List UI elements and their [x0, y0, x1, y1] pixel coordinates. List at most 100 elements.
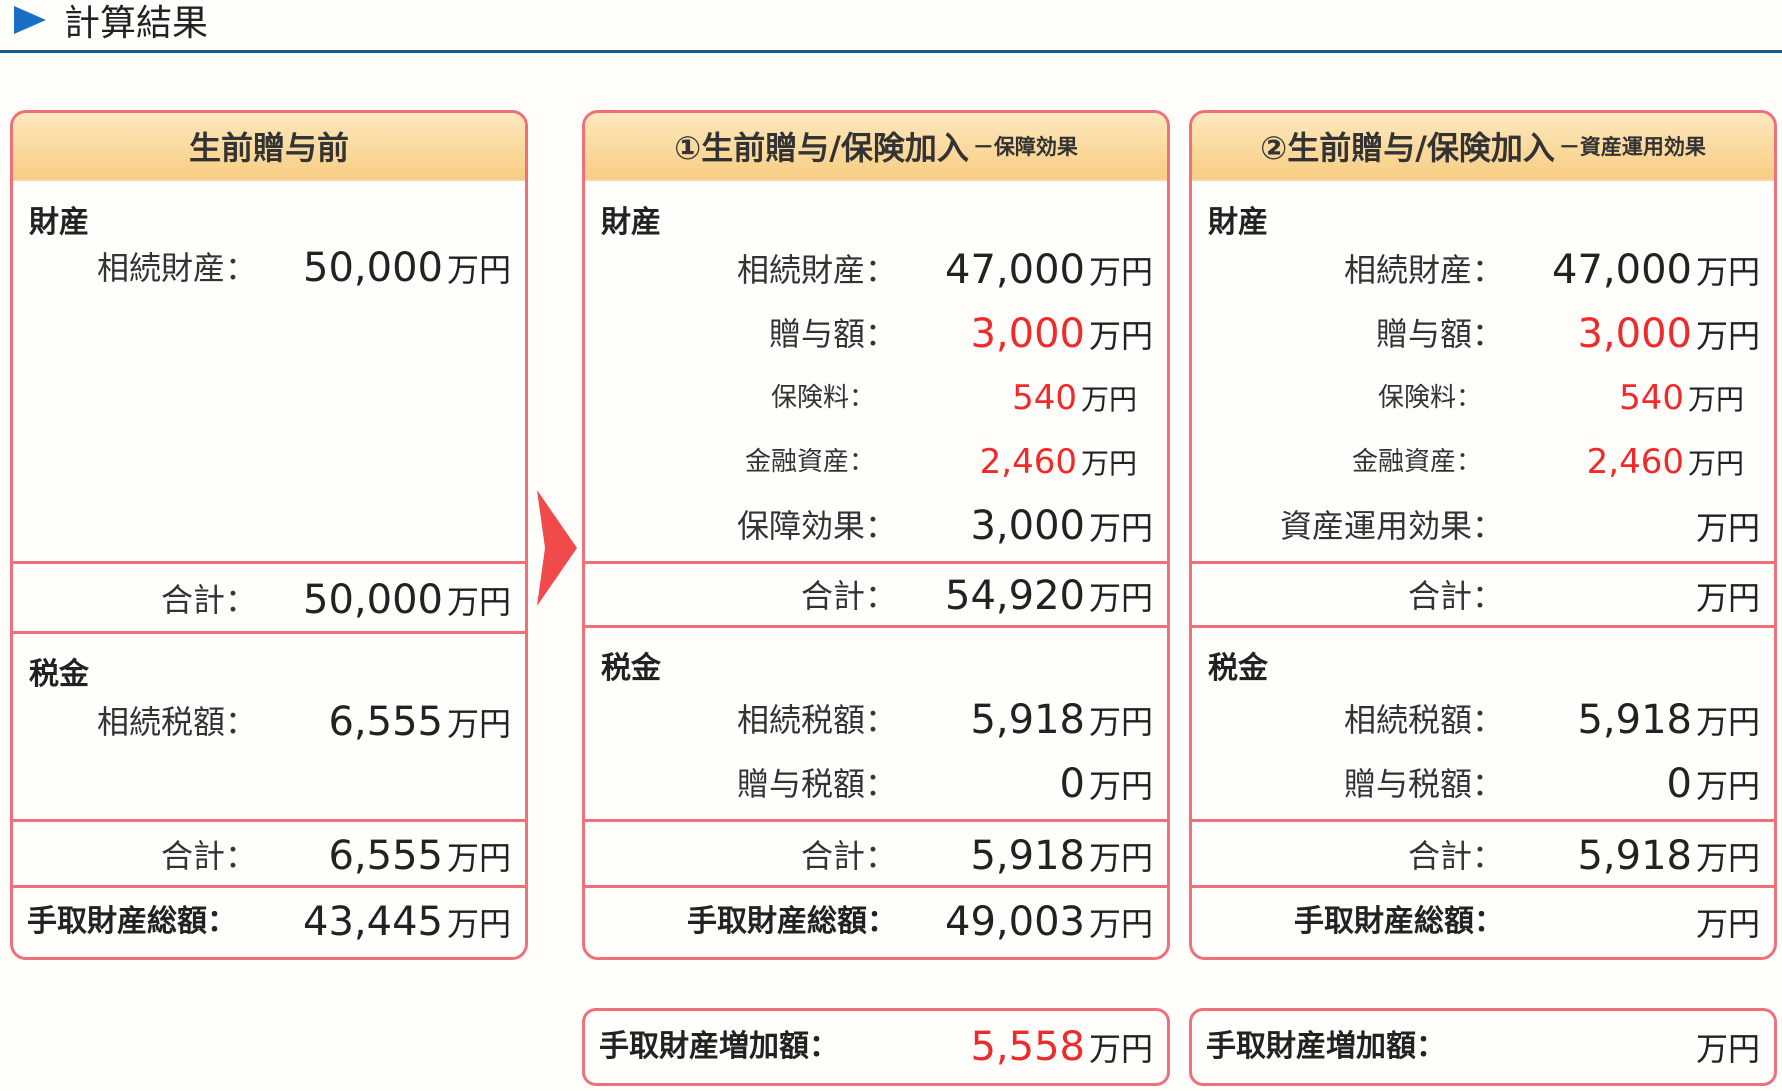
asset-value: 万円 [1695, 509, 1760, 547]
asset-value: 50,000 万円 [303, 245, 511, 291]
divider [13, 819, 525, 822]
asset-label: 贈与額： [768, 315, 897, 353]
net-assets-row: 手取財産総額： 万円 [1192, 893, 1774, 951]
panel-title: ②生前贈与/保険加入 [1260, 129, 1555, 167]
net-increase-value: 5,558 万円 [970, 1024, 1153, 1070]
net-assets-row: 手取財産総額： 49,003 万円 [585, 893, 1167, 951]
assets-total-value: 万円 [1695, 579, 1760, 617]
asset-row: 贈与額： 3,000 万円 [585, 305, 1167, 363]
asset-row: 保険料： 540 万円 [585, 369, 1167, 427]
net-assets-row: 手取財産総額： 43,445 万円 [13, 893, 525, 951]
asset-value: 47,000 万円 [945, 247, 1153, 293]
tax-total-value: 6,555 万円 [328, 833, 511, 879]
tax-row: 相続税額： 5,918 万円 [1192, 691, 1774, 749]
asset-value: 3,000 万円 [970, 503, 1153, 549]
divider [1192, 561, 1774, 564]
asset-value: 540 万円 [1619, 378, 1744, 418]
page-header: 計算結果 [0, 0, 1782, 53]
tax-row: 贈与税額： 0 万円 [585, 755, 1167, 813]
asset-row: 保険料： 540 万円 [1192, 369, 1774, 427]
divider [585, 885, 1167, 888]
tax-label: 贈与税額： [736, 765, 897, 803]
panel-scenario-1: ①生前贈与/保険加入 －保障効果 財産 相続財産： 47,000 万円 贈与額： 3… [582, 110, 1170, 960]
panel-header: ②生前贈与/保険加入 －資産運用効果 [1192, 113, 1774, 181]
tax-total-label: 合計： [800, 837, 897, 875]
asset-row: 金融資産： 2,460 万円 [585, 433, 1167, 491]
tax-section-title: 税金 [1208, 651, 1268, 686]
divider [1192, 625, 1774, 628]
tax-section-title: 税金 [29, 657, 89, 692]
net-increase-label: 手取財産増加額： [599, 1029, 839, 1064]
asset-label: 保障効果： [736, 507, 897, 545]
panel-scenario-2: ②生前贈与/保険加入 －資産運用効果 財産 相続財産： 47,000 万円 贈与額：… [1189, 110, 1777, 960]
tax-value: 5,918 万円 [970, 697, 1153, 743]
asset-row: 贈与額： 3,000 万円 [1192, 305, 1774, 363]
panel-title: ①生前贈与/保険加入 [674, 129, 969, 167]
asset-row: 相続財産： 50,000 万円 [13, 239, 525, 297]
asset-row: 相続財産： 47,000 万円 [1192, 241, 1774, 299]
asset-label: 保険料： [770, 383, 875, 413]
net-assets-value: 万円 [1695, 905, 1760, 943]
tax-value: 6,555 万円 [328, 699, 511, 745]
asset-label: 金融資産： [1351, 447, 1482, 477]
assets-total-value: 50,000 万円 [303, 577, 511, 623]
asset-row: 保障効果： 3,000 万円 [585, 497, 1167, 555]
assets-total-row: 合計： 50,000 万円 [13, 571, 525, 629]
asset-label: 相続財産： [96, 249, 257, 287]
tax-label: 相続税額： [1343, 701, 1504, 739]
asset-label: 贈与額： [1375, 315, 1504, 353]
asset-label: 相続財産： [1343, 251, 1504, 289]
tax-total-row: 合計： 6,555 万円 [13, 827, 525, 885]
panel-subtitle: －保障効果 [972, 135, 1078, 159]
page-title: 計算結果 [64, 3, 209, 44]
divider [13, 631, 525, 634]
tax-value: 0 万円 [1666, 761, 1760, 807]
assets-total-row: 合計： 万円 [1192, 567, 1774, 625]
divider [585, 561, 1167, 564]
net-assets-value: 49,003 万円 [945, 899, 1153, 945]
net-assets-label: 手取財産総額： [1294, 904, 1504, 939]
divider [585, 625, 1167, 628]
net-increase-box-1: 手取財産増加額： 5,558 万円 [582, 1008, 1170, 1086]
net-assets-label: 手取財産総額： [687, 904, 897, 939]
tax-row: 贈与税額： 0 万円 [1192, 755, 1774, 813]
tax-total-row: 合計： 5,918 万円 [585, 827, 1167, 885]
tax-total-value: 5,918 万円 [970, 833, 1153, 879]
assets-total-value: 54,920 万円 [945, 573, 1153, 619]
panel-before-gift: 生前贈与前 財産 相続財産： 50,000 万円 合計： 50,000 万円 税金 … [10, 110, 528, 960]
asset-value: 2,460 万円 [1586, 442, 1744, 482]
assets-total-label: 合計： [800, 577, 897, 615]
tax-total-label: 合計： [160, 837, 257, 875]
tax-value: 5,918 万円 [1577, 697, 1760, 743]
net-assets-value: 43,445 万円 [303, 899, 511, 945]
net-increase-value: 万円 [1695, 1030, 1760, 1068]
assets-section-title: 財産 [1208, 205, 1268, 240]
asset-label: 保険料： [1377, 383, 1482, 413]
assets-total-label: 合計： [1407, 577, 1504, 615]
asset-value: 540 万円 [1012, 378, 1137, 418]
assets-total-label: 合計： [160, 581, 257, 619]
divider [585, 819, 1167, 822]
asset-label: 資産運用効果： [1279, 507, 1504, 545]
tax-label: 贈与税額： [1343, 765, 1504, 803]
tax-label: 相続税額： [96, 703, 257, 741]
asset-value: 3,000 万円 [970, 311, 1153, 357]
divider [13, 561, 525, 564]
asset-label: 相続財産： [736, 251, 897, 289]
tax-total-value: 5,918 万円 [1577, 833, 1760, 879]
arrow-right-icon [537, 490, 577, 606]
panel-subtitle: －資産運用効果 [1558, 135, 1706, 159]
divider [1192, 819, 1774, 822]
assets-section-title: 財産 [29, 205, 89, 240]
divider [13, 885, 525, 888]
tax-label: 相続税額： [736, 701, 897, 739]
tax-total-label: 合計： [1407, 837, 1504, 875]
asset-value: 2,460 万円 [979, 442, 1137, 482]
panel-header: 生前贈与前 [13, 113, 525, 181]
panel-header: ①生前贈与/保険加入 －保障効果 [585, 113, 1167, 181]
panel-title: 生前贈与前 [188, 129, 349, 167]
asset-row: 相続財産： 47,000 万円 [585, 241, 1167, 299]
divider [1192, 885, 1774, 888]
net-assets-label: 手取財産総額： [27, 904, 237, 939]
tax-total-row: 合計： 5,918 万円 [1192, 827, 1774, 885]
